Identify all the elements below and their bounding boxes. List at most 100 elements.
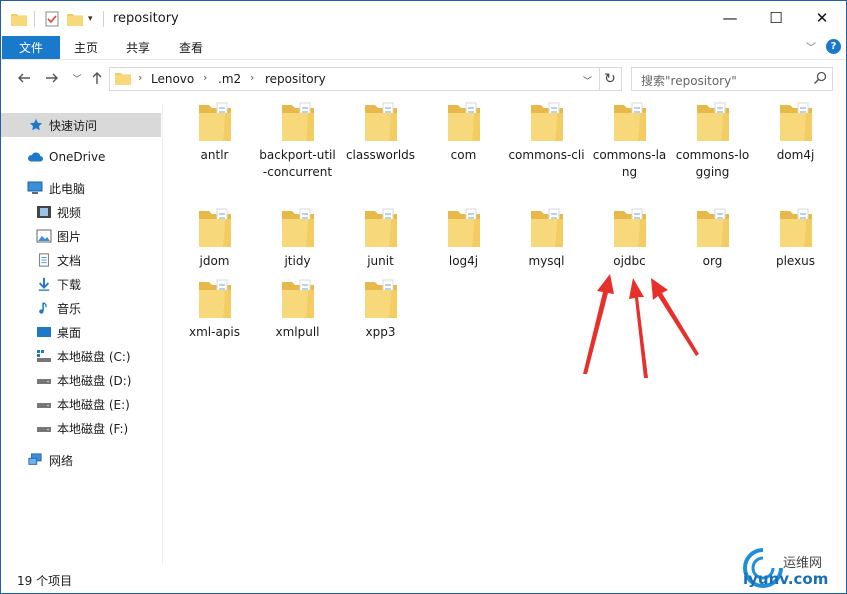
- title-bar: ▾ repository — ☐ ✕: [1, 1, 846, 35]
- breadcrumb-separator-icon: ›: [203, 71, 208, 84]
- folder-item[interactable]: org: [671, 207, 754, 270]
- folder-icon: [173, 101, 256, 143]
- close-button[interactable]: ✕: [799, 1, 845, 35]
- properties-icon[interactable]: [44, 10, 60, 28]
- folder-label: jdom: [199, 254, 230, 268]
- back-arrow-icon[interactable]: [14, 68, 34, 88]
- picture-icon: [36, 229, 52, 243]
- tab-home[interactable]: 主页: [74, 37, 98, 57]
- folder-item[interactable]: backport-util-concurrent: [256, 101, 339, 181]
- folder-item[interactable]: junit: [339, 207, 422, 270]
- folder-icon: [588, 207, 671, 249]
- folder-label: xpp3: [365, 325, 396, 339]
- folder-label: antlr: [200, 148, 229, 162]
- search-placeholder: 搜索"repository": [641, 74, 737, 88]
- sidebar-item-label: 音乐: [57, 301, 82, 316]
- folder-item[interactable]: commons-cli: [505, 101, 588, 164]
- arrow-right: [651, 278, 699, 356]
- sidebar-item-drive-d[interactable]: 本地磁盘 (D:): [1, 368, 161, 392]
- sidebar-item-label: 图片: [57, 229, 82, 244]
- folder-item[interactable]: ojdbc: [588, 207, 671, 270]
- folder-item[interactable]: classworlds: [339, 101, 422, 164]
- search-input[interactable]: 搜索"repository": [631, 67, 833, 91]
- sidebar-item-pictures[interactable]: 图片: [1, 224, 161, 248]
- breadcrumb-lenovo[interactable]: Lenovo: [151, 72, 194, 86]
- pane-divider: [162, 105, 163, 565]
- search-icon: [813, 71, 827, 85]
- new-folder-icon[interactable]: [67, 10, 83, 28]
- folder-item[interactable]: xpp3: [339, 278, 422, 341]
- document-icon: [39, 253, 49, 267]
- address-dropdown-icon[interactable]: ﹀: [583, 74, 592, 87]
- folder-icon: [754, 101, 837, 143]
- refresh-icon[interactable]: ↻: [599, 67, 622, 91]
- sidebar-item-label: 本地磁盘 (D:): [57, 373, 132, 388]
- sidebar-item-label: 视频: [57, 205, 82, 220]
- up-arrow-icon[interactable]: [87, 68, 107, 88]
- folder-icon: [339, 278, 422, 320]
- sidebar-item-downloads[interactable]: 下载: [1, 272, 161, 296]
- sidebar-item-drive-e[interactable]: 本地磁盘 (E:): [1, 392, 161, 416]
- folder-icon: [339, 207, 422, 249]
- folder-icon: [588, 101, 671, 143]
- folder-item[interactable]: jtidy: [256, 207, 339, 270]
- breadcrumb-m2[interactable]: .m2: [218, 72, 241, 86]
- sidebar-item-documents[interactable]: 文档: [1, 248, 161, 272]
- folder-item[interactable]: com: [422, 101, 505, 164]
- tab-share[interactable]: 共享: [126, 37, 150, 57]
- folder-icon: [256, 101, 339, 143]
- sidebar-item-drive-c[interactable]: 本地磁盘 (C:): [1, 344, 161, 368]
- sidebar-item-onedrive[interactable]: OneDrive: [1, 145, 161, 169]
- folder-item[interactable]: plexus: [754, 207, 837, 270]
- explorer-window: ▾ repository — ☐ ✕ 文件 主页 共享 查看 ﹀ ? ﹀ › L…: [0, 0, 847, 594]
- folder-item[interactable]: commons-logging: [671, 101, 754, 181]
- sidebar-item-label: 桌面: [57, 325, 82, 340]
- system-drive-icon: [37, 350, 51, 362]
- folder-icon: [505, 207, 588, 249]
- folder-label: junit: [367, 254, 394, 268]
- folder-item[interactable]: xmlpull: [256, 278, 339, 341]
- star-icon: [29, 118, 43, 131]
- sidebar-item-desktop[interactable]: 桌面: [1, 320, 161, 344]
- tab-view[interactable]: 查看: [179, 37, 203, 57]
- customize-toolbar-icon[interactable]: ▾: [88, 10, 93, 28]
- sidebar-item-network[interactable]: 网络: [1, 448, 161, 472]
- sidebar-item-drive-f[interactable]: 本地磁盘 (F:): [1, 416, 161, 440]
- folder-item[interactable]: jdom: [173, 207, 256, 270]
- sidebar-item-this-pc[interactable]: 此电脑: [1, 176, 161, 200]
- folder-item[interactable]: mysql: [505, 207, 588, 270]
- folder-item[interactable]: dom4j: [754, 101, 837, 164]
- forward-arrow-icon[interactable]: [42, 68, 62, 88]
- watermark-logo: 运维网 iyunv.com: [743, 546, 843, 593]
- sidebar-item-music[interactable]: 音乐: [1, 296, 161, 320]
- drive-icon: [37, 427, 51, 432]
- minimize-button[interactable]: —: [707, 1, 753, 35]
- maximize-button[interactable]: ☐: [753, 1, 799, 35]
- sidebar-item-videos[interactable]: 视频: [1, 200, 161, 224]
- sidebar-item-label: 文档: [57, 253, 82, 268]
- help-icon[interactable]: ?: [826, 39, 841, 54]
- folder-small-icon: [11, 10, 27, 28]
- watermark-top: 运维网: [783, 556, 823, 571]
- folder-item[interactable]: commons-lang: [588, 101, 671, 181]
- folder-item[interactable]: antlr: [173, 101, 256, 164]
- navigation-bar: ﹀ › Lenovo › .m2 › repository ﹀ ↻ 搜索"rep…: [1, 60, 846, 96]
- folder-label: log4j: [448, 254, 479, 268]
- watermark-bottom: iyunv.com: [743, 570, 829, 588]
- folder-item[interactable]: xml-apis: [173, 278, 256, 341]
- address-bar[interactable]: › Lenovo › .m2 › repository: [109, 67, 600, 91]
- sidebar-item-quick-access[interactable]: 快速访问: [1, 113, 161, 137]
- folder-item[interactable]: log4j: [422, 207, 505, 270]
- folder-icon: [173, 207, 256, 249]
- breadcrumb-repository[interactable]: repository: [265, 72, 326, 86]
- folder-icon: [173, 278, 256, 320]
- recent-locations-icon[interactable]: ﹀: [67, 68, 87, 88]
- folder-icon: [256, 278, 339, 320]
- annotation-arrows: [583, 274, 699, 378]
- sidebar-item-label: 快速访问: [49, 118, 98, 133]
- tab-file[interactable]: 文件: [2, 36, 60, 59]
- chevron-down-icon[interactable]: ﹀: [804, 39, 818, 54]
- cloud-icon: [28, 152, 43, 162]
- folder-label: classworlds: [345, 148, 416, 162]
- breadcrumb-separator-icon: ›: [138, 71, 143, 84]
